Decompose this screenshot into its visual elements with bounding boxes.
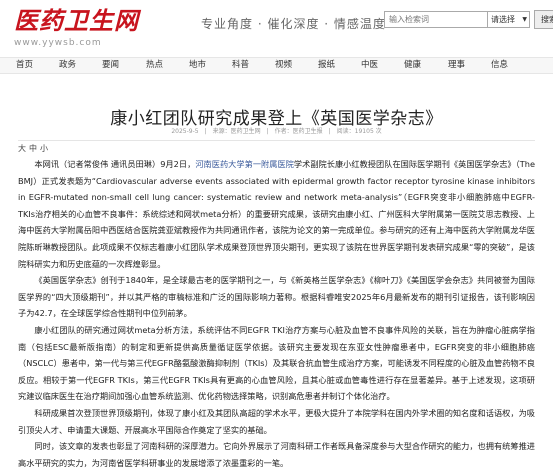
search-category-select[interactable]: 请选择 ▼ — [488, 11, 530, 28]
nav-item-news[interactable]: 要闻 — [102, 58, 119, 73]
font-size-small-button[interactable]: 小 — [40, 143, 48, 154]
article-paragraph: 科研成果首次登顶世界顶级期刊，体现了康小红及其团队高超的学术水平，更极大提升了本… — [18, 407, 535, 435]
nav-item-newspaper[interactable]: 报纸 — [318, 58, 335, 73]
search-category-value: 请选择 — [491, 15, 515, 24]
nav-item-tcm[interactable]: 中医 — [361, 58, 378, 73]
nav-item-government[interactable]: 政务 — [59, 58, 76, 73]
meta-divider — [18, 140, 535, 141]
search-input[interactable] — [384, 11, 488, 28]
nav-item-health[interactable]: 健康 — [404, 58, 421, 73]
font-size-controls: 大 中 小 — [18, 143, 48, 154]
nav-item-info[interactable]: 信息 — [491, 58, 508, 73]
main-nav: 首页 政务 要闻 热点 地市 科普 视频 报纸 中医 健康 理事 信息 — [0, 57, 553, 74]
logo-url: www.yywsb.com — [14, 38, 102, 48]
article-body: 本网讯（记者常俊伟 通讯员田琳）9月2日，河南医药大学第一附属医院学术副院长康小… — [18, 156, 535, 471]
nav-item-hot[interactable]: 热点 — [146, 58, 163, 73]
article-paragraph: 康小红团队的研究通过网状meta分析方法，系统评估不同EGFR TKI治疗方案与… — [18, 324, 535, 402]
article-paragraph: 《英国医学杂志》创刊于1840年，是全球最古老的医学期刊之一，与《新英格兰医学杂… — [18, 275, 535, 319]
nav-item-cities[interactable]: 地市 — [189, 58, 206, 73]
site-header: 医药卫生网 www.yywsb.com 专业角度 · 催化深度 · 情感温度 请… — [0, 0, 553, 50]
font-size-large-button[interactable]: 大 — [18, 143, 26, 154]
font-size-medium-button[interactable]: 中 — [29, 143, 37, 154]
logo-title: 医药卫生网 — [14, 6, 139, 35]
article-paragraph: 同时，该文章的发表也彰显了河南科研的深厚潜力。它向外界展示了河南科研工作者既具备… — [18, 441, 535, 468]
article-paragraph: 本网讯（记者常俊伟 通讯员田琳）9月2日，河南医药大学第一附属医院学术副院长康小… — [18, 159, 535, 269]
hospital-link[interactable]: 河南医药大学第一附属医院 — [195, 159, 294, 169]
search-bar: 请选择 ▼ 搜索 — [384, 10, 553, 29]
article-date: 2025-9-5 — [171, 128, 199, 135]
article-author: 作者：医药卫生报 — [274, 128, 323, 135]
site-logo[interactable]: 医药卫生网 www.yywsb.com — [14, 6, 139, 48]
search-button[interactable]: 搜索 — [534, 10, 553, 29]
nav-item-home[interactable]: 首页 — [16, 58, 33, 73]
chevron-down-icon: ▼ — [522, 16, 527, 23]
article-source: 来源：医药卫生网 — [212, 128, 261, 135]
article-meta: 2025-9-5 | 来源：医药卫生网 | 作者：医药卫生报 | 阅读：19105 次 — [171, 128, 382, 135]
site-slogan: 专业角度 · 催化深度 · 情感温度 — [201, 17, 386, 31]
nav-item-council[interactable]: 理事 — [448, 58, 465, 73]
nav-item-video[interactable]: 视频 — [275, 58, 292, 73]
nav-item-science[interactable]: 科普 — [232, 58, 249, 73]
article-views: 阅读：19105 次 — [336, 128, 382, 135]
